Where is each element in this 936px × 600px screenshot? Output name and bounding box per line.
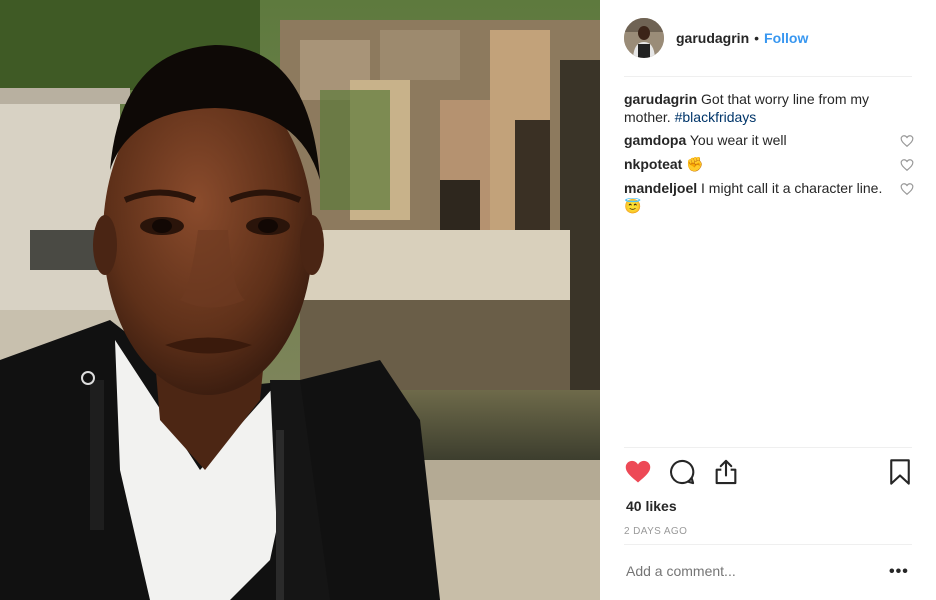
post-timestamp[interactable]: 2 DAYS AGO (624, 526, 687, 537)
comment-emoji: ✊ (686, 156, 704, 172)
comment-username[interactable]: gamdopa (624, 132, 686, 148)
follow-button[interactable]: Follow (764, 30, 808, 46)
comment-username[interactable]: mandeljoel (624, 180, 697, 196)
comment-like-heart-icon[interactable] (900, 182, 914, 196)
post-caption: garudagrin Got that worry line from my m… (624, 90, 914, 126)
comment-text: You wear it well (689, 132, 787, 148)
post-actions-bar (624, 458, 914, 488)
more-options-button[interactable]: ••• (889, 563, 909, 581)
caption-hashtag[interactable]: #blackfridays (675, 109, 757, 125)
add-comment-input[interactable] (626, 563, 826, 579)
post-detail-panel: garudagrin • Follow garudagrin Got that … (600, 0, 936, 600)
comment-item: gamdopa You wear it well (624, 131, 914, 149)
likes-count[interactable]: 40 likes (626, 498, 677, 514)
avatar[interactable] (624, 18, 664, 58)
post-photo[interactable] (0, 0, 600, 600)
comment-username[interactable]: nkpoteat (624, 156, 682, 172)
caption-username[interactable]: garudagrin (624, 91, 697, 107)
bookmark-icon[interactable] (886, 458, 914, 486)
comment-emoji: 😇 (624, 198, 642, 214)
post-header: garudagrin • Follow (624, 17, 912, 59)
comment-bubble-icon[interactable] (668, 458, 696, 486)
selfie-image (0, 0, 600, 600)
comment-item: nkpoteat ✊ (624, 155, 914, 173)
header-separator: • (754, 30, 760, 46)
comment-item: mandeljoel I might call it a character l… (624, 179, 914, 215)
heart-filled-icon[interactable] (624, 458, 652, 486)
comment-like-heart-icon[interactable] (900, 134, 914, 148)
share-icon[interactable] (712, 458, 740, 486)
composer-divider (624, 544, 912, 545)
header-divider (624, 76, 912, 77)
comments-list: garudagrin Got that worry line from my m… (624, 90, 914, 221)
post-author-username[interactable]: garudagrin (676, 30, 749, 46)
actions-divider (624, 447, 912, 448)
comment-text: I might call it a character line. (701, 180, 883, 196)
comment-like-heart-icon[interactable] (900, 158, 914, 172)
avatar-image (624, 18, 664, 58)
